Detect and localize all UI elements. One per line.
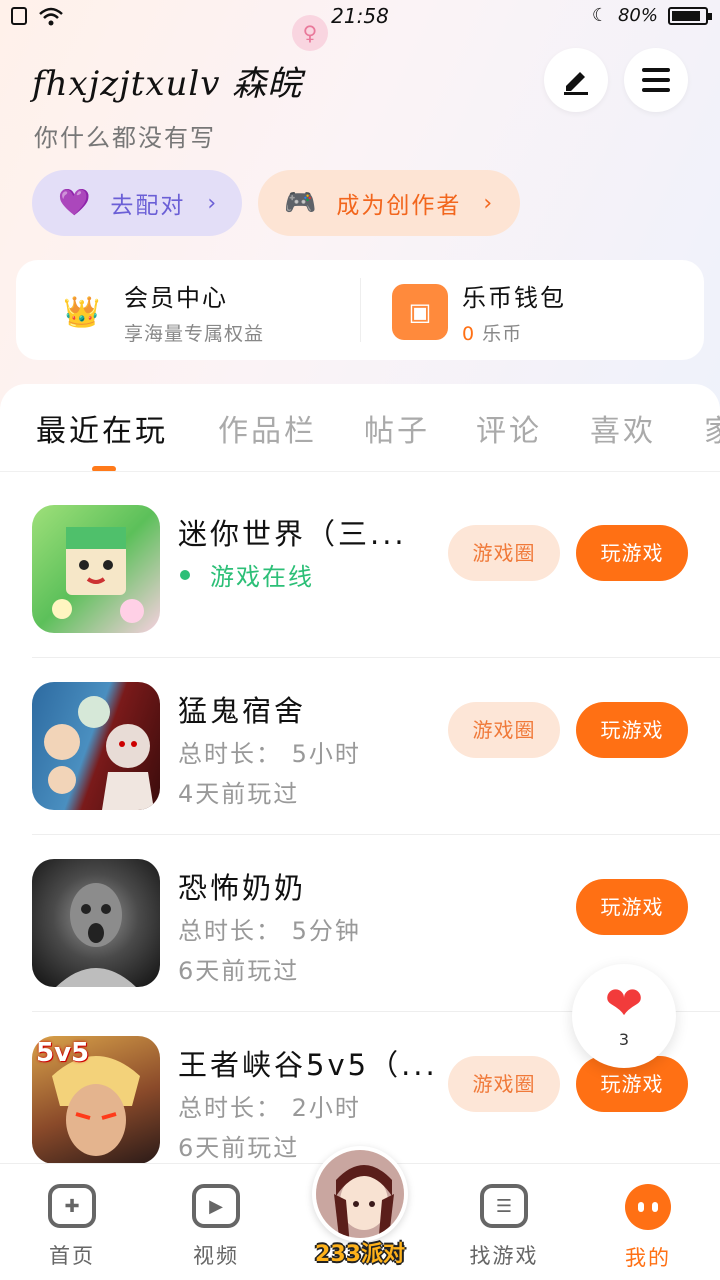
tab-more[interactable]: 家 xyxy=(704,406,720,450)
floating-like-button[interactable]: ❤ 3 xyxy=(572,964,676,1068)
list-icon: ☰ xyxy=(480,1184,528,1228)
vip-wallet-card: 👑 会员中心 享海量专属权益 ▣ 乐币钱包 0 乐币 xyxy=(16,260,704,360)
game-icon-granny[interactable] xyxy=(32,859,160,987)
play-game-button[interactable]: 玩游戏 xyxy=(576,525,688,581)
pen-icon xyxy=(564,72,588,95)
play-duration: 总时长： 5分钟 xyxy=(178,917,361,945)
wallet-entry[interactable]: ▣ 乐币钱包 0 乐币 xyxy=(392,278,566,346)
moon-icon: ☾ xyxy=(591,5,608,26)
game-circle-button[interactable]: 游戏圈 xyxy=(448,525,560,581)
battery-percent: 80% xyxy=(617,5,658,26)
play-duration: 总时长： 2小时 xyxy=(178,1094,361,1122)
battery-icon xyxy=(668,6,712,25)
tab-bar: 最近在玩 作品栏 帖子 评论 喜欢 家 xyxy=(0,384,720,472)
game-name: 王者峡谷5v5（... xyxy=(178,1048,438,1082)
online-dot-icon xyxy=(180,569,190,580)
heart-icon: ❤ xyxy=(604,976,644,1030)
wallet-icon: ▣ xyxy=(392,284,448,340)
party-label: 233派对 xyxy=(315,1242,405,1267)
nav-me-label: 我的 xyxy=(625,1246,671,1270)
nav-home[interactable]: ✚ 首页 xyxy=(22,1184,122,1270)
gamepad-icon: 🎮 xyxy=(284,188,319,218)
chevron-right-icon: › xyxy=(207,190,219,216)
nav-video-label: 视频 xyxy=(193,1244,239,1268)
edit-profile-button[interactable] xyxy=(544,48,608,112)
divider xyxy=(360,278,361,342)
nav-home-label: 首页 xyxy=(49,1244,95,1268)
match-button[interactable]: 💜 去配对 › xyxy=(32,170,242,236)
female-gender-icon: ♀ xyxy=(292,15,328,51)
like-count: 3 xyxy=(618,1030,630,1049)
online-label: 游戏在线 xyxy=(210,563,314,591)
vip-title: 会员中心 xyxy=(124,284,228,312)
last-played: 6天前玩过 xyxy=(178,1134,300,1162)
play-game-button[interactable]: 玩游戏 xyxy=(576,879,688,935)
game-row[interactable]: 迷你世界（三... 游戏在线 游戏圈 玩游戏 xyxy=(32,481,720,658)
bio-text[interactable]: 你什么都没有写 xyxy=(34,118,216,153)
wallet-amount: 0 xyxy=(462,323,476,345)
game-name: 猛鬼宿舍 xyxy=(178,694,307,728)
game-name: 迷你世界（三... xyxy=(178,517,407,551)
game-badge: 5v5 xyxy=(36,1038,90,1068)
nav-video[interactable]: ▶ 视频 xyxy=(166,1184,266,1270)
wallet-title: 乐币钱包 xyxy=(462,284,566,312)
tab-posts[interactable]: 帖子 xyxy=(364,406,430,450)
online-status: 游戏在线 xyxy=(178,557,314,592)
party-avatar xyxy=(312,1146,408,1242)
nav-me[interactable]: 我的 xyxy=(598,1184,698,1272)
tab-works[interactable]: 作品栏 xyxy=(218,406,317,450)
play-game-button[interactable]: 玩游戏 xyxy=(576,702,688,758)
game-icon-ghost-dorm[interactable] xyxy=(32,682,160,810)
me-icon xyxy=(625,1184,671,1230)
menu-button[interactable] xyxy=(624,48,688,112)
game-circle-button[interactable]: 游戏圈 xyxy=(448,1056,560,1112)
play-icon: ▶ xyxy=(192,1184,240,1228)
creator-label: 成为创作者 xyxy=(336,193,462,219)
tab-recent[interactable]: 最近在玩 xyxy=(36,406,168,450)
gamepad-icon: ✚ xyxy=(48,1184,96,1228)
game-icon-kings-canyon[interactable]: 5v5 xyxy=(32,1036,160,1164)
menu-icon xyxy=(642,68,670,92)
status-right: ☾ 80% xyxy=(591,5,712,26)
chevron-right-icon: › xyxy=(483,190,495,216)
become-creator-button[interactable]: 🎮 成为创作者 › xyxy=(258,170,520,236)
vip-center-entry[interactable]: 👑 会员中心 享海量专属权益 xyxy=(54,278,264,346)
vip-subtitle: 享海量专属权益 xyxy=(124,323,265,345)
heart-icon: 💜 xyxy=(58,188,93,218)
last-played: 4天前玩过 xyxy=(178,780,300,808)
tab-comments[interactable]: 评论 xyxy=(476,406,542,450)
game-row[interactable]: 猛鬼宿舍 总时长： 5小时 4天前玩过 游戏圈 玩游戏 xyxy=(32,658,720,835)
crown-icon: 👑 xyxy=(63,294,101,330)
username: fhxjzjtxulv 森皖 xyxy=(32,64,303,104)
last-played: 6天前玩过 xyxy=(178,957,300,985)
tab-indicator xyxy=(92,466,116,471)
play-duration: 总时长： 5小时 xyxy=(178,740,361,768)
status-bar: 21:58 ☾ 80% xyxy=(0,0,720,34)
game-circle-button[interactable]: 游戏圈 xyxy=(448,702,560,758)
game-name: 恐怖奶奶 xyxy=(178,871,307,905)
wallet-unit: 乐币 xyxy=(482,323,523,345)
nav-find-game[interactable]: ☰ 找游戏 xyxy=(454,1184,554,1270)
match-label: 去配对 xyxy=(110,193,186,219)
nav-party[interactable]: 233派对 xyxy=(306,1146,414,1280)
game-icon-mini-world[interactable] xyxy=(32,505,160,633)
nav-find-label: 找游戏 xyxy=(469,1244,539,1268)
tab-likes[interactable]: 喜欢 xyxy=(590,406,656,450)
